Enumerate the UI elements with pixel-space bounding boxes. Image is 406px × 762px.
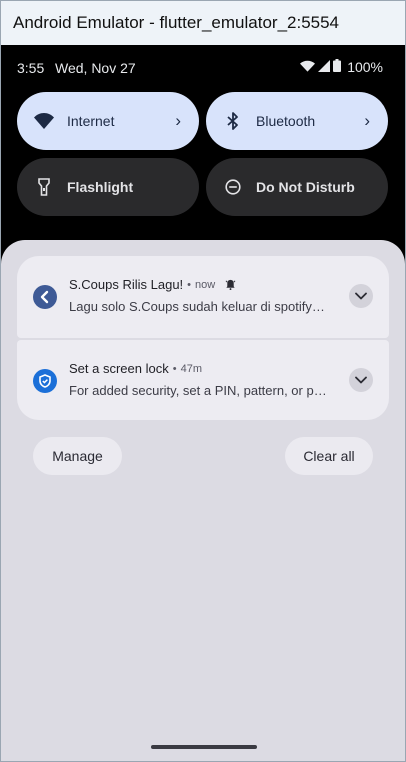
chevron-right-icon: › <box>175 111 181 130</box>
clear-all-button[interactable]: Clear all <box>285 437 373 475</box>
notification-time: now <box>195 278 216 291</box>
battery-percentage: 100% <box>347 59 383 75</box>
cell-signal-icon <box>318 59 331 75</box>
notification-list: S.Coups Rilis Lagu! • now Lagu solo S.Co… <box>17 256 389 420</box>
emulator-window: Android Emulator - flutter_emulator_2:55… <box>0 0 406 762</box>
battery-icon <box>333 59 342 75</box>
manage-button-label: Manage <box>52 448 103 464</box>
expand-button[interactable] <box>349 368 373 392</box>
notification-header: Set a screen lock • 47m <box>69 361 202 376</box>
chevron-down-icon <box>355 292 367 300</box>
notification-header: S.Coups Rilis Lagu! • now <box>69 277 236 292</box>
chevron-right-icon: › <box>364 111 370 130</box>
do-not-disturb-icon <box>222 176 244 198</box>
clear-all-button-label: Clear all <box>303 448 355 464</box>
alarm-bell-icon <box>225 279 236 290</box>
flashlight-icon <box>33 176 55 198</box>
notification-text: Lagu solo S.Coups sudah keluar di spotif… <box>69 299 325 314</box>
flutter-icon <box>33 285 57 309</box>
shield-icon <box>33 369 57 393</box>
notification-title: Set a screen lock <box>69 361 169 376</box>
notification-text: For added security, set a PIN, pattern, … <box>69 383 327 398</box>
window-title: Android Emulator - flutter_emulator_2:55… <box>13 13 340 32</box>
wifi-icon <box>300 59 316 75</box>
notification-title: S.Coups Rilis Lagu! <box>69 277 184 292</box>
status-bar: 3:55 Wed, Nov 27 100% <box>1 45 405 91</box>
notification-item[interactable]: S.Coups Rilis Lagu! • now Lagu solo S.Co… <box>17 256 389 338</box>
status-date: Wed, Nov 27 <box>55 60 136 76</box>
notification-item[interactable]: Set a screen lock • 47m For added securi… <box>17 340 389 420</box>
notification-time: 47m <box>180 362 202 375</box>
window-titlebar[interactable]: Android Emulator - flutter_emulator_2:55… <box>1 1 405 45</box>
chevron-down-icon <box>355 376 367 384</box>
home-gesture-bar[interactable] <box>151 745 257 749</box>
device-screen: 3:55 Wed, Nov 27 100% Internet › Bluetoo… <box>1 45 405 761</box>
bluetooth-tile-label: Bluetooth <box>256 113 316 129</box>
do-not-disturb-tile[interactable]: Do Not Disturb <box>206 158 388 216</box>
status-icons: 100% <box>300 59 383 75</box>
flashlight-tile[interactable]: Flashlight <box>17 158 199 216</box>
status-time: 3:55 <box>17 60 45 76</box>
do-not-disturb-tile-label: Do Not Disturb <box>256 179 355 195</box>
bluetooth-icon <box>222 110 244 132</box>
internet-tile-label: Internet <box>67 113 115 129</box>
internet-tile[interactable]: Internet › <box>17 92 199 150</box>
wifi-icon <box>33 110 55 132</box>
expand-button[interactable] <box>349 284 373 308</box>
flashlight-tile-label: Flashlight <box>67 179 134 195</box>
notification-shade: S.Coups Rilis Lagu! • now Lagu solo S.Co… <box>1 240 405 761</box>
manage-button[interactable]: Manage <box>33 437 122 475</box>
bluetooth-tile[interactable]: Bluetooth › <box>206 92 388 150</box>
